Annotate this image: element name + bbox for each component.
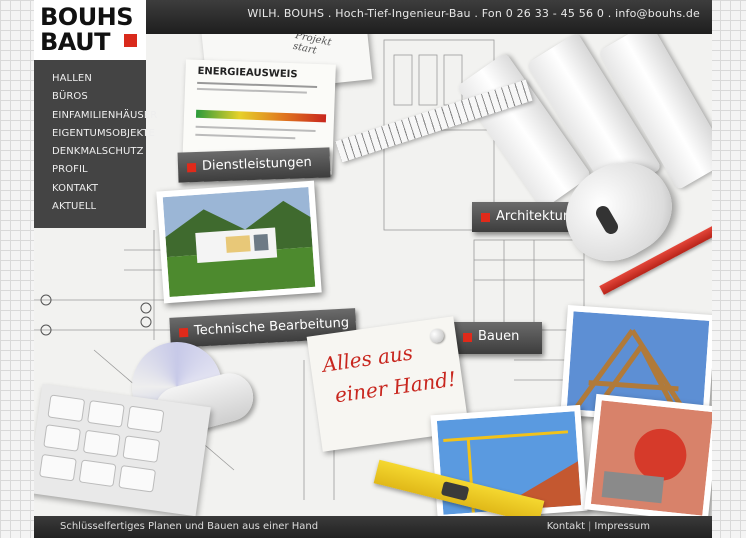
logo-line-2: BAUT	[40, 28, 111, 56]
main-navigation: HALLEN BÜROS EINFAMILIENHÄUSER EIGENTUMS…	[34, 60, 157, 228]
computer-mouse	[548, 144, 688, 278]
construction-mixer-photo	[584, 393, 712, 523]
logo-line-1: BOUHS	[40, 3, 134, 31]
nav-item-eigentumsobjekte[interactable]: EIGENTUMSOBJEKTE	[34, 125, 155, 143]
red-square-icon	[463, 333, 472, 342]
architektur-label: Architektur	[496, 209, 569, 224]
sketch-text: Projekt start	[291, 30, 333, 57]
logo-red-square	[124, 34, 137, 47]
footer-links: Kontakt | Impressum	[547, 521, 650, 532]
footer-link-kontakt[interactable]: Kontakt	[547, 521, 585, 532]
footer-tagline: Schlüsselfertiges Planen und Bauen aus e…	[60, 521, 319, 532]
nav-item-bueros[interactable]: BÜROS	[34, 88, 146, 106]
energieausweis-title: ENERGIEAUSWEIS	[197, 65, 298, 81]
keyboard-keys	[39, 394, 164, 493]
dienstleistungen-link[interactable]: Dienstleistungen	[177, 147, 331, 183]
red-square-icon	[178, 327, 189, 338]
brand-logo[interactable]: BOUHS BAUT	[34, 0, 146, 60]
footer-link-impressum[interactable]: Impressum	[594, 521, 650, 532]
nav-item-kontakt[interactable]: KONTAKT	[34, 180, 146, 198]
nav-item-hallen[interactable]: HALLEN	[34, 70, 146, 88]
red-square-icon	[186, 163, 197, 173]
footer-separator: |	[588, 521, 592, 532]
house-photo-image	[162, 187, 316, 297]
house-photo	[156, 180, 322, 304]
nav-item-einfamilienhaeuser[interactable]: EINFAMILIENHÄUSER	[34, 107, 157, 125]
header-contact-info: WILH. BOUHS . Hoch-Tief-Ingenieur-Bau . …	[247, 7, 700, 20]
mixer-image	[590, 400, 712, 516]
nav-item-denkmalschutz[interactable]: DENKMALSCHUTZ	[34, 143, 146, 161]
bauen-link[interactable]: Bauen	[454, 322, 542, 354]
nav-item-profil[interactable]: PROFIL	[34, 161, 146, 179]
keyboard	[34, 383, 211, 517]
pushpin-icon	[428, 327, 445, 344]
handwriting-line-1: Alles aus	[321, 340, 415, 377]
footer-bar: Schlüsselfertiges Planen und Bauen aus e…	[34, 516, 712, 538]
red-square-icon	[481, 213, 490, 222]
nav-item-aktuell[interactable]: AKTUELL	[34, 198, 146, 216]
bauen-label: Bauen	[478, 329, 520, 344]
dienstleistungen-label: Dienstleistungen	[201, 154, 313, 174]
